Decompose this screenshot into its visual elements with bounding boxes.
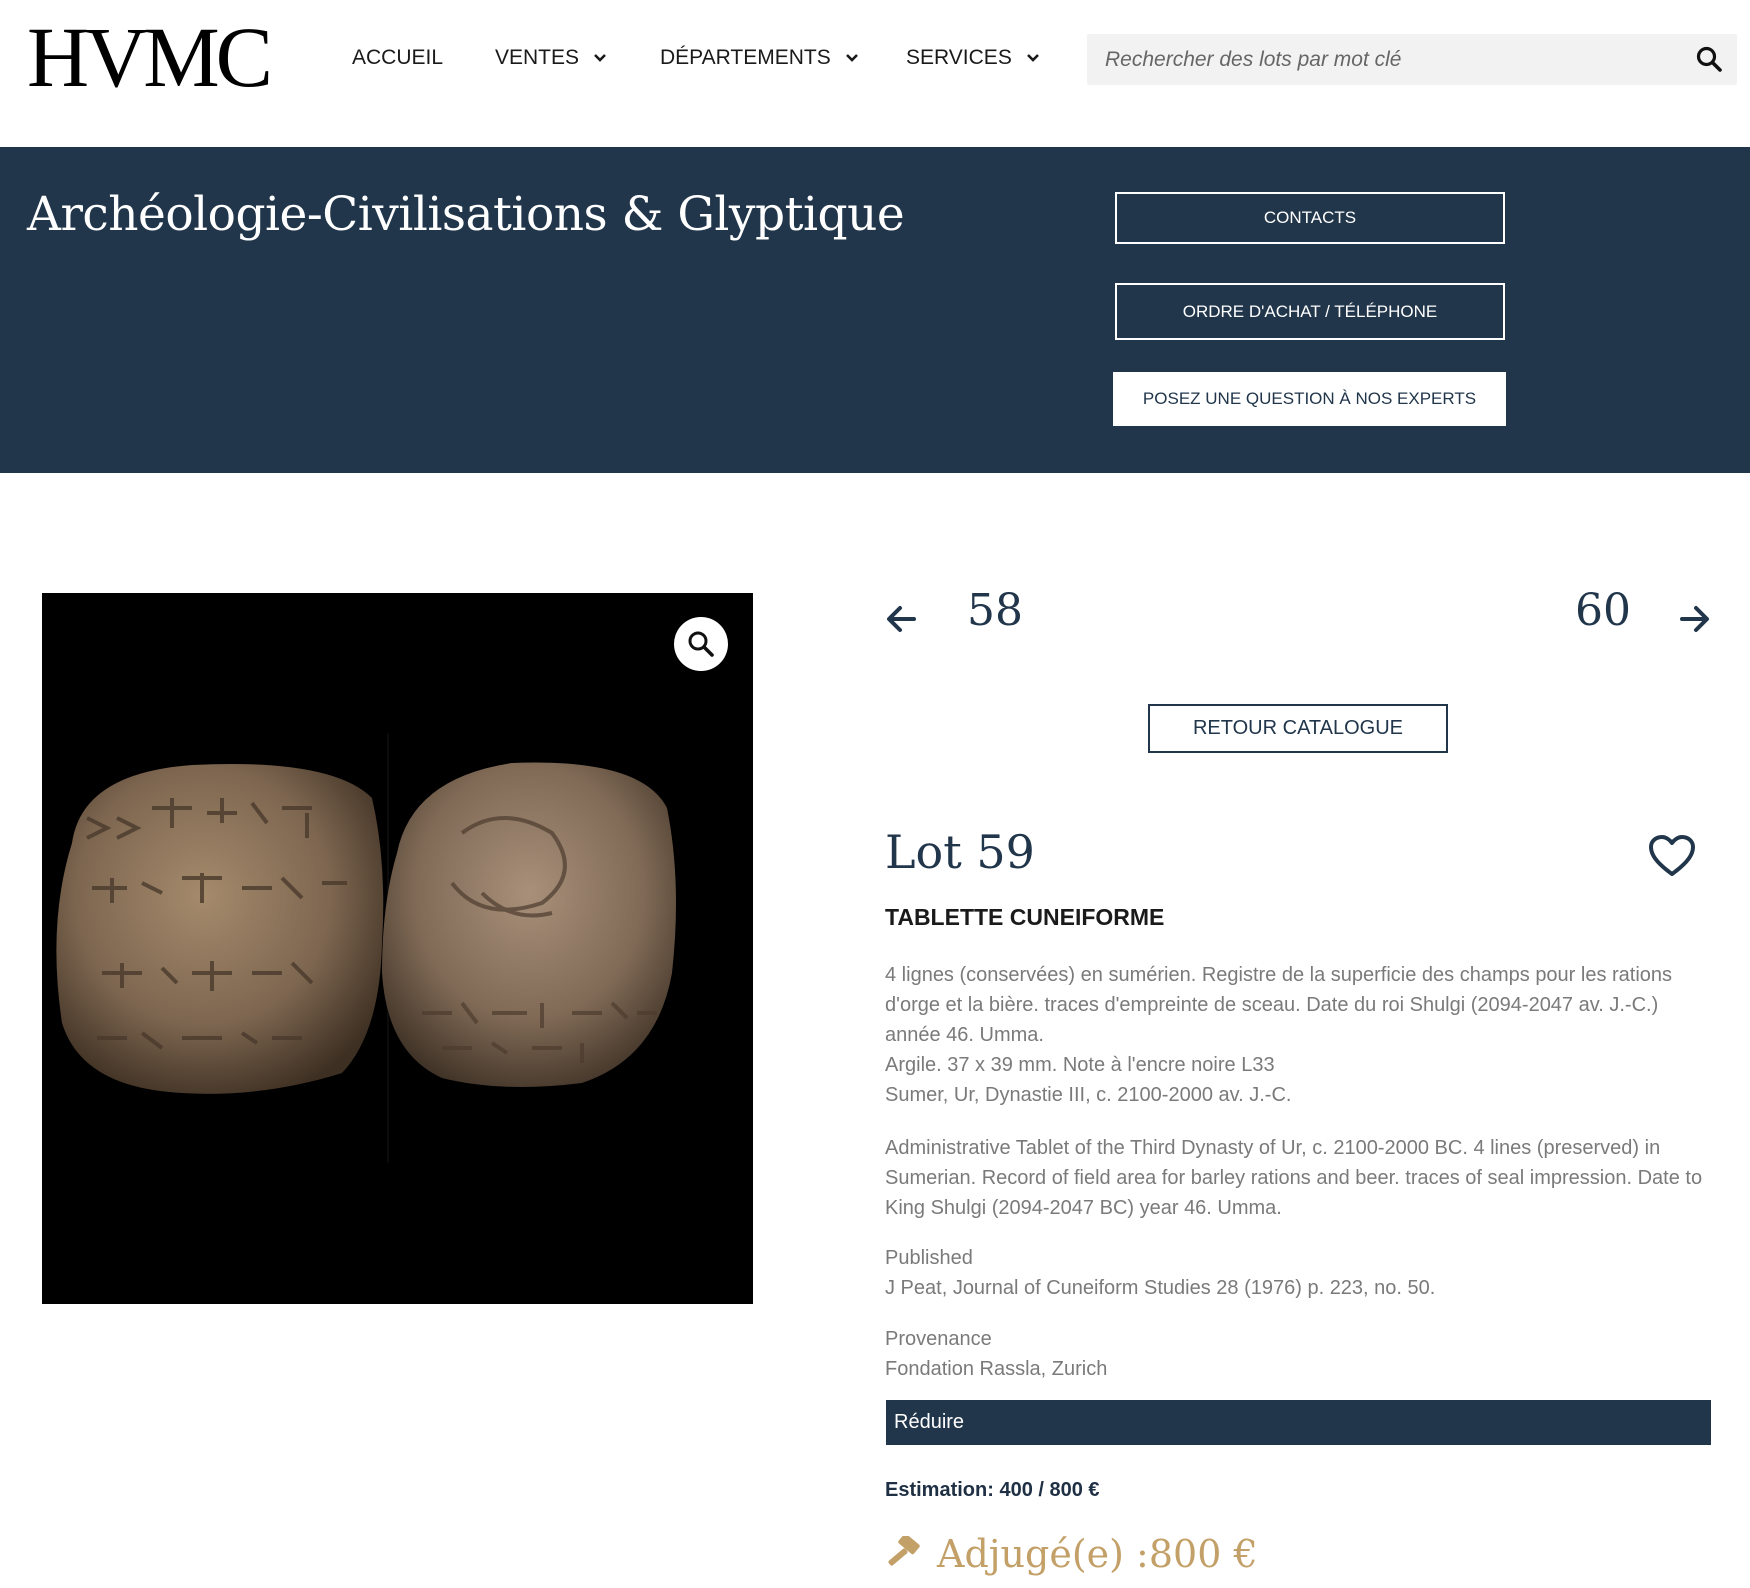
description-en: Administrative Tablet of the Third Dynas… [885,1137,1703,1219]
nav-departements-label: DÉPARTEMENTS [660,46,831,69]
zoom-button[interactable] [674,617,728,671]
search-icon[interactable] [1695,45,1723,73]
previous-lot-number[interactable]: 58 [967,585,1023,636]
zoom-icon [688,631,714,657]
lot-image[interactable] [42,593,753,1304]
nav-services-label: SERVICES [906,46,1012,69]
estimate: Estimation: 400 / 800 € [885,1479,1100,1501]
description-fr-line: Sumer, Ur, Dynastie III, c. 2100-2000 av… [885,1084,1292,1106]
lot-title: Lot 59 [885,825,1035,879]
back-to-catalogue-button[interactable]: RETOUR CATALOGUE [1148,704,1448,753]
nav-departements[interactable]: DÉPARTEMENTS [660,46,859,70]
chevron-down-icon [1026,54,1039,62]
arrow-left-icon[interactable] [884,602,918,636]
collapse-label: Réduire [894,1411,965,1433]
object-name: TABLETTE CUNEIFORME [885,904,1165,930]
absentee-bid-button[interactable]: ORDRE D'ACHAT / TÉLÉPHONE [1115,283,1505,340]
description-fr: 4 lignes (conservées) en sumérien. Regis… [885,960,1711,1110]
chevron-down-icon [845,54,858,62]
search-input[interactable] [1087,34,1677,85]
sold-price: Adjugé(e) :800 € [885,1532,1258,1576]
ask-expert-button[interactable]: POSEZ UNE QUESTION À NOS EXPERTS [1113,372,1506,426]
nav-accueil[interactable]: ACCUEIL [352,46,443,70]
next-lot-number[interactable]: 60 [1575,585,1631,636]
sold-price-value: Adjugé(e) :800 € [937,1532,1258,1576]
nav-ventes[interactable]: VENTES [495,46,607,70]
description-fr-line: 4 lignes (conservées) en sumérien. Regis… [885,964,1673,1046]
nav-accueil-label: ACCUEIL [352,46,444,69]
department-title: Archéologie-Civilisations & Glyptique [27,187,905,242]
gavel-icon [888,1536,920,1566]
published-label: Published [885,1247,973,1269]
provenance-label: Provenance [885,1328,992,1350]
provenance-value: Fondation Rassla, Zurich [885,1358,1108,1380]
arrow-right-icon[interactable] [1678,602,1712,636]
chevron-down-icon [594,54,606,62]
contacts-button[interactable]: CONTACTS [1115,192,1505,244]
provenance-section: Provenance Fondation Rassla, Zurich [885,1324,1711,1384]
collapse-button[interactable]: Réduire [886,1400,1711,1445]
description-fr-line: Argile. 37 x 39 mm. Note à l'encre noire… [885,1054,1275,1076]
nav-services[interactable]: SERVICES [906,46,1040,70]
search-bar [1087,34,1737,85]
site-header: HVMC ACCUEIL VENTES DÉPARTEMENTS SERVICE… [0,0,1750,147]
department-banner: Archéologie-Civilisations & Glyptique CO… [0,147,1750,473]
nav-ventes-label: VENTES [495,46,580,69]
published-value: J Peat, Journal of Cuneiform Studies 28 … [885,1277,1436,1299]
heart-icon[interactable] [1648,834,1696,878]
site-logo[interactable]: HVMC [27,14,273,100]
published-section: Published J Peat, Journal of Cuneiform S… [885,1243,1711,1303]
cuneiform-tablet-photo [56,733,676,1163]
